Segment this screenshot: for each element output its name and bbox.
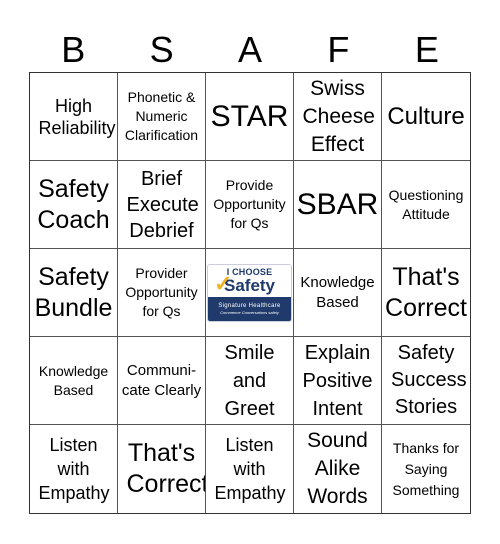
header-letter-b: B: [61, 29, 86, 70]
cell-text: Safety Bundle: [34, 262, 113, 322]
checkmark-icon: ✓: [214, 270, 233, 296]
cell-text: Culture: [387, 102, 465, 130]
bingo-cell[interactable]: That's Correct: [118, 425, 206, 513]
bingo-cell[interactable]: That's Correct: [382, 249, 470, 337]
cell-text: Phonetic & Numeric Clarification: [124, 89, 199, 143]
cell-text: Knowledge Based: [300, 273, 375, 311]
cell-text: Safety Success Stories: [391, 342, 467, 418]
bingo-card: High Reliability Phonetic & Numeric Clar…: [29, 72, 471, 514]
cell-text: Safety Coach: [37, 174, 110, 234]
cell-text: SBAR: [296, 187, 379, 221]
cell-text: Swiss Cheese Effect: [302, 76, 375, 156]
bingo-cell[interactable]: Questioning Attitude: [382, 161, 470, 249]
cell-text: Provider Opportunity for Qs: [125, 265, 198, 319]
cell-text: Listen with Empathy: [214, 435, 286, 503]
bingo-cell[interactable]: Provide Opportunity for Qs: [206, 161, 294, 249]
bingo-cell[interactable]: Safety Success Stories: [382, 337, 470, 425]
bingo-cell[interactable]: Swiss Cheese Effect: [294, 73, 382, 161]
bingo-cell[interactable]: Culture: [382, 73, 470, 161]
cell-text: Brief Execute Debrief: [126, 167, 199, 242]
bingo-cell-free[interactable]: ✓ I CHOOSE Safety Signature Healthcare C…: [206, 249, 294, 337]
header-letter-a: A: [238, 29, 263, 70]
cell-text: High Reliability: [38, 95, 116, 138]
cell-text: STAR: [210, 99, 289, 133]
bingo-cell[interactable]: Phonetic & Numeric Clarification: [118, 73, 206, 161]
logo-org: Signature Healthcare: [218, 302, 281, 309]
bingo-cell[interactable]: Listen with Empathy: [206, 425, 294, 513]
cell-text: Sound Alike Words: [307, 429, 368, 508]
bingo-cell[interactable]: Sound Alike Words: [294, 425, 382, 513]
header-letter-e: E: [414, 29, 439, 70]
i-choose-safety-logo: ✓ I CHOOSE Safety Signature Healthcare C…: [207, 263, 292, 322]
logo-tagline: Commence Conversations safely: [220, 309, 279, 315]
bingo-cell[interactable]: SBAR: [294, 161, 382, 249]
header-letter-f: F: [327, 29, 350, 70]
cell-text: Questioning Attitude: [388, 186, 464, 222]
bingo-cell[interactable]: Provider Opportunity for Qs: [118, 249, 206, 337]
bingo-cell[interactable]: High Reliability: [30, 73, 118, 161]
cell-text: Knowledge Based: [38, 362, 109, 398]
bingo-cell[interactable]: Thanks for Saying Something: [382, 425, 470, 513]
bingo-cell[interactable]: Listen with Empathy: [30, 425, 118, 513]
bingo-cell[interactable]: Safety Bundle: [30, 249, 118, 337]
cell-text: Provide Opportunity for Qs: [213, 177, 286, 231]
cell-text: Communi- cate Clearly: [121, 361, 202, 399]
bingo-cell[interactable]: Communi- cate Clearly: [118, 337, 206, 425]
bingo-cell[interactable]: Knowledge Based: [30, 337, 118, 425]
cell-text: Smile and Greet: [224, 341, 275, 420]
bingo-cell[interactable]: Knowledge Based: [294, 249, 382, 337]
bingo-cell[interactable]: Smile and Greet: [206, 337, 294, 425]
bingo-header: B S A F E: [29, 28, 471, 72]
bingo-cell[interactable]: Safety Coach: [30, 161, 118, 249]
bingo-cell[interactable]: Brief Execute Debrief: [118, 161, 206, 249]
header-letter-s: S: [149, 29, 174, 70]
cell-text: Thanks for Saying Something: [392, 439, 460, 498]
cell-text: That's Correct: [385, 262, 467, 322]
cell-text: That's Correct: [126, 439, 206, 498]
bingo-cell[interactable]: Explain Positive Intent: [294, 337, 382, 425]
bingo-cell[interactable]: STAR: [206, 73, 294, 161]
cell-text: Listen with Empathy: [38, 435, 110, 503]
cell-text: Explain Positive Intent: [302, 341, 373, 420]
